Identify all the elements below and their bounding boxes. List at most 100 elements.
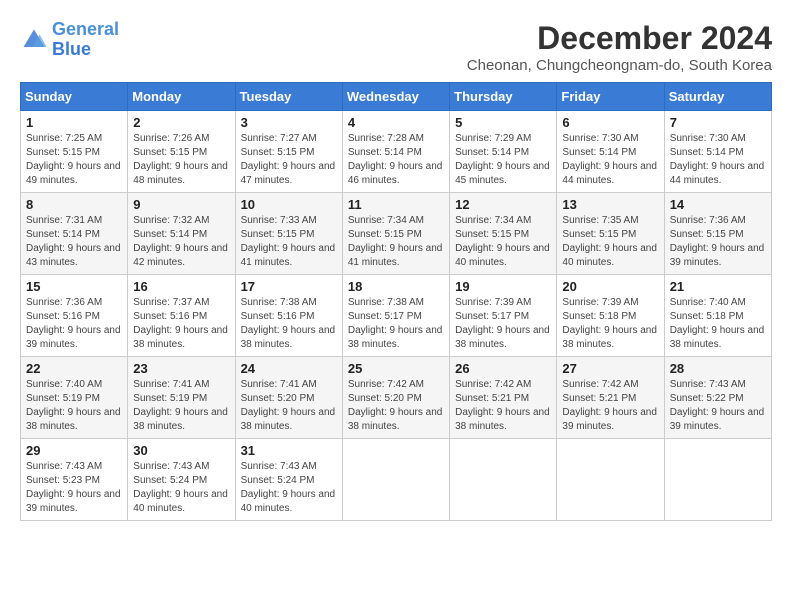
day-info: Sunrise: 7:34 AMSunset: 5:15 PMDaylight:… (348, 214, 444, 270)
sunrise-text: Sunrise: 7:43 AM (133, 461, 209, 472)
day-info: Sunrise: 7:28 AMSunset: 5:14 PMDaylight:… (348, 132, 444, 188)
calendar-cell: 10Sunrise: 7:33 AMSunset: 5:15 PMDayligh… (235, 193, 342, 275)
day-number: 30 (133, 443, 229, 458)
calendar-week-1: 1 Sunrise: 7:25 AM Sunset: 5:15 PM Daylight… (21, 111, 772, 193)
day-info: Sunrise: 7:41 AMSunset: 5:19 PMDaylight:… (133, 378, 229, 434)
daylight-text: Daylight: 9 hours and 38 minutes. (348, 407, 443, 432)
sunset-text: Sunset: 5:16 PM (241, 311, 315, 322)
calendar-cell (664, 439, 771, 521)
sunset-text: Sunset: 5:15 PM (241, 147, 315, 158)
sunrise-text: Sunrise: 7:36 AM (26, 297, 102, 308)
calendar-week-5: 29Sunrise: 7:43 AMSunset: 5:23 PMDayligh… (21, 439, 772, 521)
calendar-cell: 22Sunrise: 7:40 AMSunset: 5:19 PMDayligh… (21, 357, 128, 439)
calendar-cell: 15Sunrise: 7:36 AMSunset: 5:16 PMDayligh… (21, 275, 128, 357)
daylight-text: Daylight: 9 hours and 46 minutes. (348, 161, 443, 186)
day-number: 16 (133, 279, 229, 294)
sunset-text: Sunset: 5:15 PM (133, 147, 207, 158)
daylight-text: Daylight: 9 hours and 41 minutes. (241, 243, 336, 268)
sunrise-text: Sunrise: 7:42 AM (455, 379, 531, 390)
sunset-text: Sunset: 5:14 PM (562, 147, 636, 158)
calendar-week-3: 15Sunrise: 7:36 AMSunset: 5:16 PMDayligh… (21, 275, 772, 357)
sunrise-text: Sunrise: 7:40 AM (670, 297, 746, 308)
calendar-cell: 7Sunrise: 7:30 AMSunset: 5:14 PMDaylight… (664, 111, 771, 193)
day-info: Sunrise: 7:34 AMSunset: 5:15 PMDaylight:… (455, 214, 551, 270)
sunset-text: Sunset: 5:15 PM (26, 147, 100, 158)
sunset-text: Sunset: 5:19 PM (26, 393, 100, 404)
weekday-header-row: SundayMondayTuesdayWednesdayThursdayFrid… (21, 83, 772, 111)
day-number: 26 (455, 361, 551, 376)
daylight-text: Daylight: 9 hours and 38 minutes. (670, 325, 765, 350)
daylight-text: Daylight: 9 hours and 38 minutes. (455, 325, 550, 350)
calendar-cell: 14Sunrise: 7:36 AMSunset: 5:15 PMDayligh… (664, 193, 771, 275)
month-title: December 2024 (467, 20, 772, 57)
sunrise-text: Sunrise: 7:38 AM (241, 297, 317, 308)
sunset-text: Sunset: 5:14 PM (133, 229, 207, 240)
sunrise-text: Sunrise: 7:42 AM (562, 379, 638, 390)
day-info: Sunrise: 7:25 AMSunset: 5:15 PMDaylight:… (26, 132, 122, 188)
daylight-text: Daylight: 9 hours and 38 minutes. (562, 325, 657, 350)
sunset-text: Sunset: 5:18 PM (670, 311, 744, 322)
calendar-body: 1 Sunrise: 7:25 AM Sunset: 5:15 PM Daylight… (21, 111, 772, 521)
sunrise-text: Sunrise: 7:31 AM (26, 215, 102, 226)
calendar-cell: 26Sunrise: 7:42 AMSunset: 5:21 PMDayligh… (450, 357, 557, 439)
sunset-text: Sunset: 5:19 PM (133, 393, 207, 404)
daylight-text: Daylight: 9 hours and 39 minutes. (26, 325, 121, 350)
day-number: 28 (670, 361, 766, 376)
day-number: 31 (241, 443, 337, 458)
title-block: December 2024 Cheonan, Chungcheongnam-do… (467, 20, 772, 74)
daylight-text: Daylight: 9 hours and 38 minutes. (241, 407, 336, 432)
sunrise-text: Sunrise: 7:27 AM (241, 133, 317, 144)
day-number: 19 (455, 279, 551, 294)
day-number: 10 (241, 197, 337, 212)
sunset-text: Sunset: 5:22 PM (670, 393, 744, 404)
day-number: 22 (26, 361, 122, 376)
daylight-text: Daylight: 9 hours and 44 minutes. (670, 161, 765, 186)
sunset-text: Sunset: 5:15 PM (455, 229, 529, 240)
day-info: Sunrise: 7:43 AMSunset: 5:24 PMDaylight:… (241, 460, 337, 516)
day-number: 20 (562, 279, 658, 294)
calendar-cell: 20Sunrise: 7:39 AMSunset: 5:18 PMDayligh… (557, 275, 664, 357)
weekday-tuesday: Tuesday (235, 83, 342, 111)
daylight-text: Daylight: 9 hours and 40 minutes. (133, 489, 228, 514)
day-number: 25 (348, 361, 444, 376)
sunrise-text: Sunrise: 7:39 AM (562, 297, 638, 308)
day-info: Sunrise: 7:43 AMSunset: 5:22 PMDaylight:… (670, 378, 766, 434)
day-info: Sunrise: 7:30 AMSunset: 5:14 PMDaylight:… (670, 132, 766, 188)
calendar-cell: 13Sunrise: 7:35 AMSunset: 5:15 PMDayligh… (557, 193, 664, 275)
daylight-text: Daylight: 9 hours and 43 minutes. (26, 243, 121, 268)
sunrise-text: Sunrise: 7:25 AM (26, 133, 102, 144)
sunset-text: Sunset: 5:21 PM (562, 393, 636, 404)
sunset-text: Sunset: 5:14 PM (455, 147, 529, 158)
sunset-text: Sunset: 5:14 PM (348, 147, 422, 158)
sunset-text: Sunset: 5:20 PM (241, 393, 315, 404)
sunset-text: Sunset: 5:16 PM (133, 311, 207, 322)
sunrise-text: Sunrise: 7:37 AM (133, 297, 209, 308)
daylight-text: Daylight: 9 hours and 40 minutes. (562, 243, 657, 268)
sunrise-text: Sunrise: 7:30 AM (562, 133, 638, 144)
sunrise-text: Sunrise: 7:41 AM (133, 379, 209, 390)
day-number: 23 (133, 361, 229, 376)
day-info: Sunrise: 7:37 AMSunset: 5:16 PMDaylight:… (133, 296, 229, 352)
calendar-cell: 17Sunrise: 7:38 AMSunset: 5:16 PMDayligh… (235, 275, 342, 357)
sunset-text: Sunset: 5:24 PM (133, 475, 207, 486)
day-number: 1 (26, 115, 122, 130)
sunset-text: Sunset: 5:21 PM (455, 393, 529, 404)
calendar-cell: 5Sunrise: 7:29 AMSunset: 5:14 PMDaylight… (450, 111, 557, 193)
sunrise-text: Sunrise: 7:40 AM (26, 379, 102, 390)
day-info: Sunrise: 7:43 AMSunset: 5:23 PMDaylight:… (26, 460, 122, 516)
day-info: Sunrise: 7:41 AMSunset: 5:20 PMDaylight:… (241, 378, 337, 434)
daylight-text: Daylight: 9 hours and 45 minutes. (455, 161, 550, 186)
day-info: Sunrise: 7:35 AMSunset: 5:15 PMDaylight:… (562, 214, 658, 270)
logo-icon (20, 26, 48, 54)
calendar-cell: 31 Sunrise: 7:43 AMSunset: 5:24 PMDayligh… (235, 439, 342, 521)
calendar-cell (450, 439, 557, 521)
day-number: 24 (241, 361, 337, 376)
daylight-text: Daylight: 9 hours and 38 minutes. (348, 325, 443, 350)
day-info: Sunrise: 7:40 AM Sunset: 5:18 PM Daylight:… (670, 296, 766, 352)
daylight-text: Daylight: 9 hours and 39 minutes. (670, 407, 765, 432)
sunset-text: Sunset: 5:15 PM (670, 229, 744, 240)
sunset-text: Sunset: 5:17 PM (455, 311, 529, 322)
sunrise-text: Sunrise: 7:43 AM (26, 461, 102, 472)
weekday-wednesday: Wednesday (342, 83, 449, 111)
calendar-week-4: 22 Sunrise: 7:40 AM Sunset: 5:19 PM Dayligh… (21, 357, 772, 439)
